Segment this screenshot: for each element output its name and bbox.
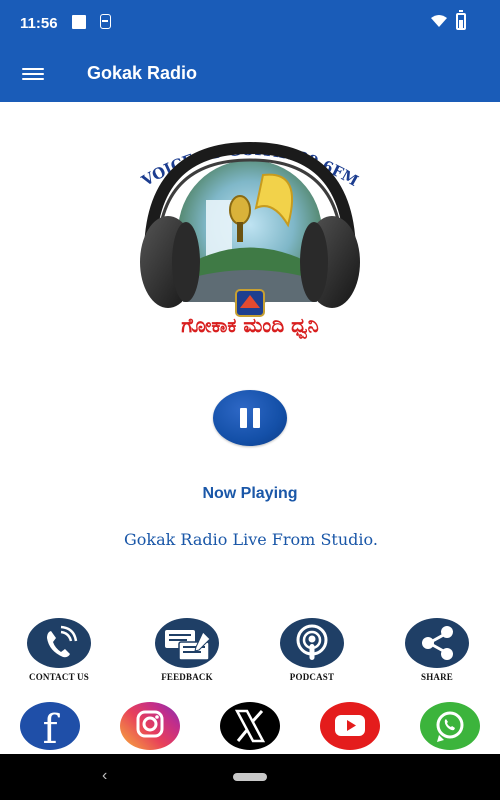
pause-button[interactable] [213, 390, 287, 446]
square-notification-icon [72, 15, 86, 29]
whatsapp-button[interactable] [420, 702, 480, 750]
podcast-icon [296, 624, 328, 660]
instagram-button[interactable] [120, 702, 180, 750]
share-button[interactable]: SHARE [405, 618, 469, 682]
headphones-logo: VOICE OF GOKAK 89.6FM ಗೋಕಾಕ ಮಂದಿ ಧ್ವನಿ [138, 141, 362, 340]
youtube-icon [335, 715, 365, 736]
home-pill-icon[interactable] [233, 773, 267, 781]
back-icon[interactable]: ‹ [102, 767, 107, 785]
status-time: 11:56 [20, 15, 58, 32]
share-icon [422, 626, 453, 660]
instagram-icon [136, 710, 164, 738]
pause-icon [253, 408, 260, 428]
feedback-icon [165, 630, 211, 661]
logo-bottom-text: ಗೋಕಾಕ ಮಂದಿ ಧ್ವನಿ [181, 313, 319, 340]
share-label: SHARE [420, 672, 453, 682]
status-bar: 11:56 [0, 0, 500, 46]
app-title: Gokak Radio [87, 63, 198, 83]
whatsapp-icon [436, 711, 464, 742]
phone-icon [47, 625, 78, 658]
facebook-button[interactable]: f [20, 702, 80, 750]
app-bar: Gokak Radio [0, 46, 500, 102]
podcast-button[interactable]: PODCAST [280, 618, 344, 682]
x-icon [234, 709, 266, 743]
now-playing-label: Now Playing [202, 485, 298, 502]
track-title: Gokak Radio Live From Studio. [124, 530, 378, 549]
pause-icon [240, 408, 247, 428]
contact-us-label: CONTACT US [29, 672, 89, 682]
feedback-button[interactable]: FEEDBACK [155, 618, 219, 682]
x-button[interactable] [220, 702, 280, 750]
hamburger-menu-icon[interactable] [20, 62, 46, 86]
youtube-button[interactable] [320, 702, 380, 750]
svg-text:f: f [43, 707, 61, 750]
sim-icon [100, 14, 111, 29]
navigation-bar: ‹ [0, 754, 500, 800]
battery-icon [456, 10, 466, 30]
feedback-label: FEEDBACK [161, 672, 213, 682]
facebook-icon: f [43, 707, 61, 750]
podcast-label: PODCAST [289, 672, 335, 682]
wifi-icon [431, 15, 447, 27]
contact-us-button[interactable]: CONTACT US [27, 618, 91, 682]
